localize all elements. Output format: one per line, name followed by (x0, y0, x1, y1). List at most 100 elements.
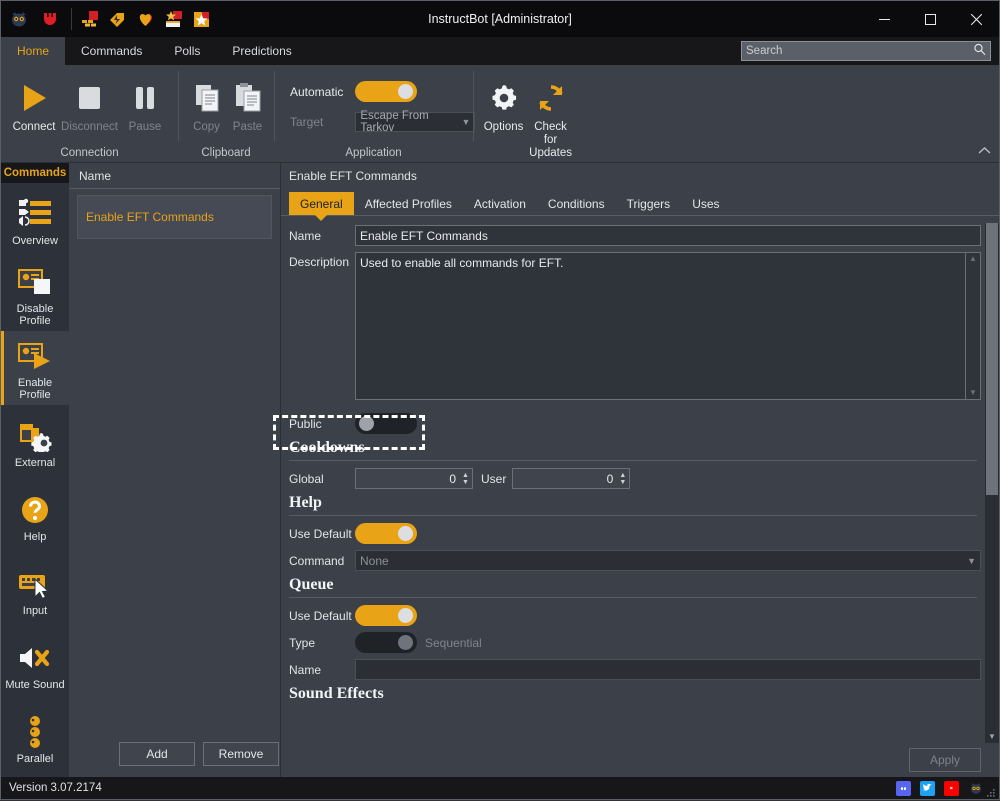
maximize-button[interactable] (907, 1, 953, 37)
ribbon-toolbar: Connect Disconnect Pause Connection Copy… (1, 65, 999, 176)
automatic-toggle[interactable] (355, 81, 418, 102)
minimize-button[interactable] (861, 1, 907, 37)
help-command-dropdown[interactable]: None ▼ (355, 550, 981, 571)
tab-triggers[interactable]: Triggers (616, 192, 682, 215)
sidebar-label-overview: Overview (12, 234, 58, 247)
global-label: Global (289, 471, 324, 486)
queue-name-label: Name (289, 662, 322, 677)
copy-button[interactable]: Copy (186, 71, 227, 134)
ribbon-group-label-clipboard: Clipboard (201, 147, 251, 159)
sidebar-item-disable-profile[interactable]: Disable Profile (1, 257, 69, 331)
gold-bars-icon[interactable] (80, 10, 99, 29)
detail-vertical-scrollbar[interactable]: ▼ (985, 223, 999, 743)
menu-tab-predictions[interactable]: Predictions (216, 37, 307, 65)
connect-label: Connect (12, 121, 56, 133)
description-textarea[interactable] (355, 252, 966, 400)
public-toggle[interactable] (355, 413, 417, 434)
version-label: Version 3.07.2174 (9, 782, 102, 794)
profile-disable-icon (15, 262, 55, 302)
heart-icon[interactable] (136, 10, 155, 29)
detail-scroll-thumb[interactable] (986, 223, 998, 495)
sidebar-item-enable-profile[interactable]: Enable Profile (1, 331, 69, 405)
remove-button[interactable]: Remove (203, 742, 279, 766)
tab-activation[interactable]: Activation (463, 192, 537, 215)
field-row-help-use-default: Use Default (281, 520, 985, 547)
stop-icon (71, 77, 107, 119)
queue-type-label: Type (289, 635, 316, 650)
search-icon[interactable] (973, 43, 986, 59)
options-button[interactable]: Options (481, 71, 526, 134)
resize-grip-icon[interactable] (986, 787, 996, 797)
help-use-default-toggle[interactable] (355, 523, 417, 544)
global-cooldown-stepper[interactable]: 0 ▲ ▼ (355, 468, 473, 489)
star-gift-icon[interactable] (164, 10, 183, 29)
detail-scroll-down-icon[interactable]: ▼ (985, 729, 999, 743)
queue-name-input[interactable] (355, 659, 981, 680)
pause-icon (127, 77, 163, 119)
scroll-down-icon[interactable]: ▼ (969, 389, 977, 397)
sidebar-item-external[interactable]: External (1, 405, 69, 479)
help-command-value: None (360, 553, 389, 568)
sidebar-item-mute-sound[interactable]: Mute Sound (1, 627, 69, 701)
list-overview-icon (16, 194, 54, 234)
twitter-icon[interactable] (920, 780, 935, 796)
queue-type-toggle[interactable] (355, 632, 417, 653)
lightning-tag-icon[interactable] (108, 10, 127, 29)
paste-label: Paste (232, 121, 263, 133)
youtube-icon[interactable] (944, 780, 959, 796)
search-input[interactable] (746, 45, 973, 57)
sidebar-item-help[interactable]: Help (1, 479, 69, 553)
commands-sidebar: Commands Overview Disable Profile Enable… (1, 163, 69, 777)
external-gear-icon (17, 416, 53, 456)
paste-icon (231, 77, 265, 119)
tab-general[interactable]: General (289, 192, 354, 221)
target-dropdown[interactable]: Escape From Tarkov ▼ (355, 110, 476, 134)
connect-button[interactable]: Connect (7, 71, 61, 134)
menu-strip: Home Commands Polls Predictions (1, 37, 999, 65)
ribbon-group-connection: Connect Disconnect Pause Connection (1, 65, 178, 163)
global-cooldown-value: 0 (449, 471, 456, 486)
paste-button[interactable]: Paste (227, 71, 268, 134)
global-stepper-buttons[interactable]: ▲ ▼ (459, 472, 472, 486)
list-item[interactable]: Enable EFT Commands (77, 195, 272, 239)
close-button[interactable] (953, 1, 999, 37)
detail-title: Enable EFT Commands (289, 169, 417, 183)
star-icon[interactable] (192, 10, 211, 29)
tab-affected-profiles[interactable]: Affected Profiles (354, 192, 463, 215)
tab-uses[interactable]: Uses (681, 192, 730, 215)
social-links (896, 780, 999, 796)
field-row-name: Name (281, 222, 985, 249)
disconnect-button[interactable]: Disconnect (61, 71, 118, 134)
user-cooldown-stepper[interactable]: 0 ▲ ▼ (512, 468, 631, 489)
add-button[interactable]: Add (119, 742, 195, 766)
field-row-queue-type: Type Sequential (281, 629, 985, 656)
sidebar-item-overview[interactable]: Overview (1, 183, 69, 257)
check-updates-button[interactable]: Check for Updates (526, 71, 575, 160)
chevron-up-icon[interactable] (978, 146, 991, 158)
name-label: Name (289, 228, 322, 243)
gear-icon (488, 77, 520, 119)
menu-tab-home[interactable]: Home (1, 37, 66, 65)
user-stepper-buttons[interactable]: ▲ ▼ (616, 472, 629, 486)
discord-icon[interactable] (896, 780, 911, 796)
sidebar-item-parallel[interactable]: Parallel (1, 701, 69, 775)
menu-tab-polls[interactable]: Polls (158, 37, 216, 65)
field-row-description: Description ▲ ▼ (281, 249, 985, 403)
section-divider-cooldowns (289, 460, 977, 461)
queue-use-default-toggle[interactable] (355, 605, 417, 626)
pause-button[interactable]: Pause (118, 71, 172, 134)
sidebar-item-input[interactable]: Input (1, 553, 69, 627)
tab-conditions[interactable]: Conditions (537, 192, 616, 215)
field-row-public: Public (281, 403, 985, 437)
apply-button[interactable]: Apply (909, 748, 981, 772)
description-scrollbar[interactable]: ▲ ▼ (966, 252, 981, 400)
list-body: Enable EFT Commands (69, 189, 280, 731)
name-input[interactable] (355, 225, 981, 246)
instructbot-owl-icon[interactable] (968, 781, 983, 796)
menu-tab-commands[interactable]: Commands (65, 37, 158, 65)
scroll-up-icon[interactable]: ▲ (969, 255, 977, 263)
target-dropdown-value: Escape From Tarkov (360, 110, 429, 134)
status-bar: Version 3.07.2174 (1, 777, 999, 799)
user-label: User (481, 471, 507, 486)
search-box[interactable] (741, 41, 991, 61)
